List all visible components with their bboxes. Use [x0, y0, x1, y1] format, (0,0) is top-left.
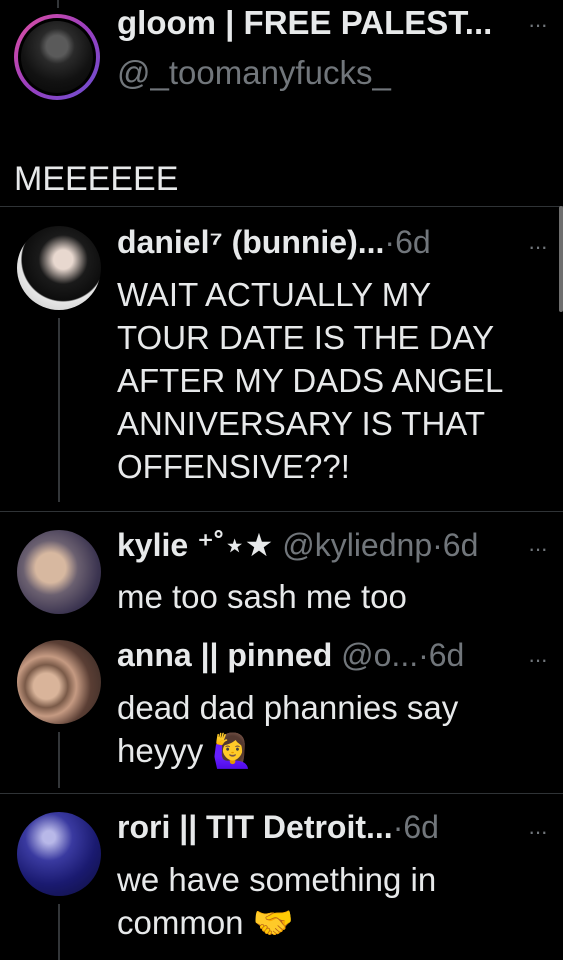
separator-dot: ·: [392, 809, 404, 845]
text-line: WAIT ACTUALLY MY: [117, 276, 432, 313]
thread-line-top: [57, 0, 59, 8]
timestamp[interactable]: 6d: [429, 637, 465, 673]
handle[interactable]: @kyliednp: [282, 527, 432, 563]
display-name-text[interactable]: rori || TIT Detroit...: [117, 809, 393, 845]
reply-text: we have something in common 🤝: [117, 858, 436, 944]
more-options-icon[interactable]: ···: [528, 821, 548, 843]
scrollbar[interactable]: [559, 206, 563, 312]
text-line: me too sash me too: [117, 578, 407, 615]
reply-display-name[interactable]: kylie ⁺˚⋆★ @kyliednp·6d: [117, 526, 478, 564]
timestamp[interactable]: 6d: [443, 527, 479, 563]
text-line: ANNIVERSARY IS THAT: [117, 405, 485, 442]
avatar-gloom[interactable]: [14, 14, 100, 100]
separator-dot: ·: [384, 224, 396, 260]
reply-text: me too sash me too: [117, 575, 407, 618]
main-post-text: MEEEEEE: [14, 160, 179, 198]
reply-display-name[interactable]: daniel⁷ (bunnie)...·6d: [117, 224, 431, 261]
timestamp[interactable]: 6d: [403, 809, 439, 845]
text-line: OFFENSIVE??!: [117, 448, 350, 485]
display-name-text[interactable]: anna || pinned: [117, 637, 332, 673]
text-line: AFTER MY DADS ANGEL: [117, 362, 504, 399]
text-line: we have something in: [117, 861, 437, 898]
divider: [0, 206, 563, 207]
text-line: dead dad phannies say: [117, 689, 459, 726]
more-options-icon[interactable]: ···: [528, 649, 548, 671]
more-options-icon[interactable]: ···: [528, 236, 548, 258]
display-name-text[interactable]: kylie ⁺˚⋆★: [117, 527, 273, 563]
more-options-icon[interactable]: ···: [528, 538, 548, 560]
handle[interactable]: @o...: [341, 637, 418, 673]
text-line: heyyy 🙋‍♀️: [117, 732, 254, 769]
thread-line: [58, 318, 60, 502]
main-handle[interactable]: @_toomanyfucks_: [117, 54, 391, 92]
avatar-daniel[interactable]: [17, 226, 101, 310]
more-options-icon[interactable]: ···: [528, 14, 548, 36]
separator-dot: ·: [432, 527, 443, 563]
separator-dot: ·: [418, 637, 429, 673]
avatar-anna[interactable]: [17, 640, 101, 724]
thread-line: [58, 904, 60, 960]
reply-text: dead dad phannies say heyyy 🙋‍♀️: [117, 686, 458, 772]
display-name-text[interactable]: daniel⁷ (bunnie)...: [117, 224, 384, 260]
divider: [0, 793, 563, 794]
avatar-rori[interactable]: [17, 812, 101, 896]
text-line: TOUR DATE IS THE DAY: [117, 319, 495, 356]
timestamp[interactable]: 6d: [395, 224, 431, 260]
reply-display-name[interactable]: anna || pinned @o...·6d: [117, 637, 464, 674]
text-line: common 🤝: [117, 904, 294, 941]
avatar-kylie[interactable]: [17, 530, 101, 614]
reply-display-name[interactable]: rori || TIT Detroit...·6d: [117, 809, 439, 846]
main-display-name[interactable]: gloom | FREE PALEST...: [117, 4, 492, 42]
thread-line: [58, 732, 60, 788]
divider: [0, 511, 563, 512]
reply-text: WAIT ACTUALLY MY TOUR DATE IS THE DAY AF…: [117, 273, 503, 488]
